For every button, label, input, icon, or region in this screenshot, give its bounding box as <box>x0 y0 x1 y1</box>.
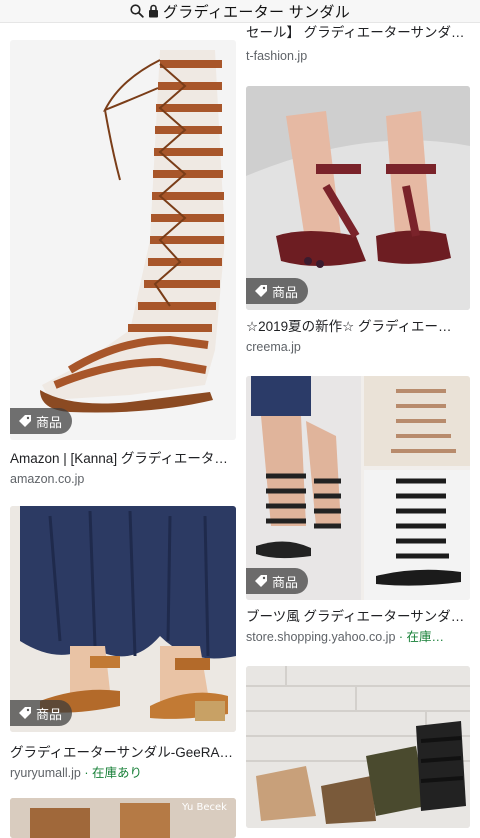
result-card[interactable]: 商品 ブーツ風 グラディエーターサンダ… store.shopping.yaho… <box>246 376 470 645</box>
result-image[interactable]: 商品 <box>10 506 236 732</box>
result-card[interactable]: Yu Becek <box>10 798 236 838</box>
tag-icon <box>19 415 31 427</box>
result-source: creema.jp <box>246 340 301 354</box>
result-title[interactable]: ☆2019夏の新作☆ グラディエー… <box>246 318 470 336</box>
tag-icon <box>19 707 31 719</box>
result-card[interactable]: 商品 ☆2019夏の新作☆ グラディエー… creema.jp <box>246 86 470 355</box>
product-badge: 商品 <box>246 568 309 594</box>
lock-icon <box>148 4 159 18</box>
result-title[interactable]: セール】 グラディエーターサンダ… <box>246 24 470 42</box>
stock-status: · 在庫… <box>398 630 445 644</box>
result-card[interactable] <box>246 666 470 828</box>
result-source: amazon.co.jp <box>10 472 85 486</box>
watermark-text: Yu Becek <box>181 802 227 813</box>
search-query: グラディエーター サンダル <box>162 3 351 21</box>
result-image[interactable]: 商品 <box>246 376 470 600</box>
tag-icon <box>255 575 267 587</box>
result-title[interactable]: グラディエーターサンダル-GeeRA… <box>10 744 236 762</box>
result-source: t-fashion.jp <box>246 49 308 63</box>
search-icon <box>130 4 144 18</box>
result-card[interactable]: セール】 グラディエーターサンダ… t-fashion.jp <box>246 24 470 64</box>
result-image[interactable]: 商品 <box>10 40 236 440</box>
tag-icon <box>255 285 267 297</box>
result-image[interactable]: Yu Becek <box>10 798 236 838</box>
result-title[interactable]: ブーツ風 グラディエーターサンダ… <box>246 608 470 626</box>
product-badge: 商品 <box>10 408 73 434</box>
product-badge: 商品 <box>246 278 309 304</box>
stock-status: · 在庫あり <box>84 766 142 780</box>
result-source: store.shopping.yahoo.co.jp · 在庫… <box>246 630 445 644</box>
result-image[interactable]: 商品 <box>246 86 470 310</box>
result-source: ryuryumall.jp · 在庫あり <box>10 766 142 780</box>
result-card[interactable]: 商品 Amazon | [Kanna] グラディエータ… amazon.co.j… <box>10 40 236 487</box>
result-card[interactable]: 商品 グラディエーターサンダル-GeeRA… ryuryumall.jp · 在… <box>10 506 236 781</box>
address-bar[interactable]: グラディエーター サンダル <box>0 0 480 23</box>
result-image[interactable] <box>246 666 470 828</box>
result-title[interactable]: Amazon | [Kanna] グラディエータ… <box>10 450 236 468</box>
product-badge: 商品 <box>10 700 73 726</box>
